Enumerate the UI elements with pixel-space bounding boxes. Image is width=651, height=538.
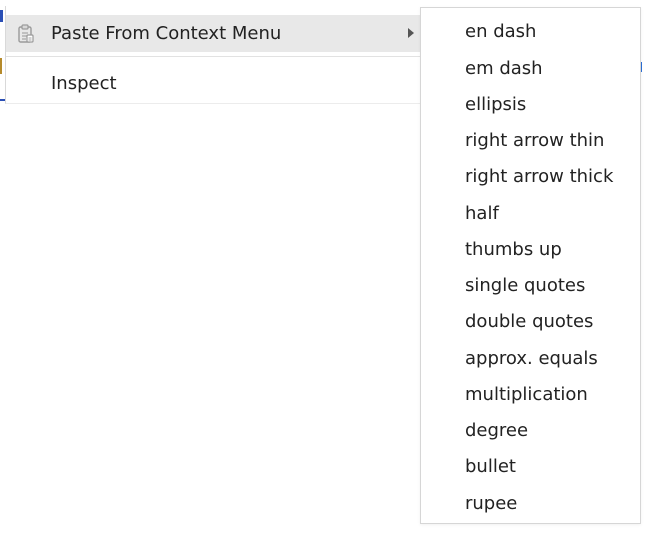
submenu-item-single-quotes[interactable]: single quotes (421, 268, 640, 304)
submenu-arrow-icon (408, 28, 414, 38)
paste-submenu: en dash em dash ellipsis right arrow thi… (420, 7, 641, 524)
submenu-item-en-dash[interactable]: en dash (421, 14, 640, 50)
submenu-item-thumbs-up[interactable]: thumbs up (421, 232, 640, 268)
menu-item-inspect[interactable]: Inspect (6, 65, 422, 102)
submenu-item-label: half (465, 203, 499, 224)
submenu-item-label: degree (465, 420, 529, 441)
submenu-item-label: right arrow thick (465, 166, 614, 187)
submenu-item-label: double quotes (465, 311, 594, 332)
submenu-item-label: single quotes (465, 275, 586, 296)
submenu-item-label: right arrow thin (465, 130, 605, 151)
submenu-item-bullet[interactable]: bullet (421, 449, 640, 485)
screen: Paste From Context Menu Inspect en dash … (0, 0, 651, 538)
submenu-item-label: ellipsis (465, 94, 527, 115)
submenu-item-em-dash[interactable]: em dash (421, 51, 640, 87)
submenu-item-ellipsis[interactable]: ellipsis (421, 87, 640, 123)
submenu-item-label: en dash (465, 21, 537, 42)
submenu-item-right-arrow-thick[interactable]: right arrow thick (421, 159, 640, 195)
context-menu: Paste From Context Menu Inspect (5, 6, 422, 104)
submenu-item-label: approx. equals (465, 348, 598, 369)
menu-item-paste-from-context-menu[interactable]: Paste From Context Menu (6, 15, 422, 52)
submenu-item-label: em dash (465, 58, 543, 79)
submenu-item-double-quotes[interactable]: double quotes (421, 304, 640, 340)
submenu-item-label: thumbs up (465, 239, 562, 260)
menu-item-label: Paste From Context Menu (51, 23, 282, 44)
submenu-item-label: multiplication (465, 384, 588, 405)
menu-item-label: Inspect (51, 73, 117, 94)
submenu-item-label: rupee (465, 493, 518, 514)
submenu-item-label: bullet (465, 456, 516, 477)
submenu-item-right-arrow-thin[interactable]: right arrow thin (421, 123, 640, 159)
menu-separator (6, 56, 422, 57)
submenu-item-rupee[interactable]: rupee (421, 486, 640, 522)
page-text-fragment (0, 58, 2, 74)
submenu-item-approx-equals[interactable]: approx. equals (421, 341, 640, 377)
submenu-item-half[interactable]: half (421, 196, 640, 232)
page-link-fragment (0, 10, 3, 22)
submenu-item-multiplication[interactable]: multiplication (421, 377, 640, 413)
submenu-item-degree[interactable]: degree (421, 413, 640, 449)
clipboard-icon (17, 24, 35, 44)
